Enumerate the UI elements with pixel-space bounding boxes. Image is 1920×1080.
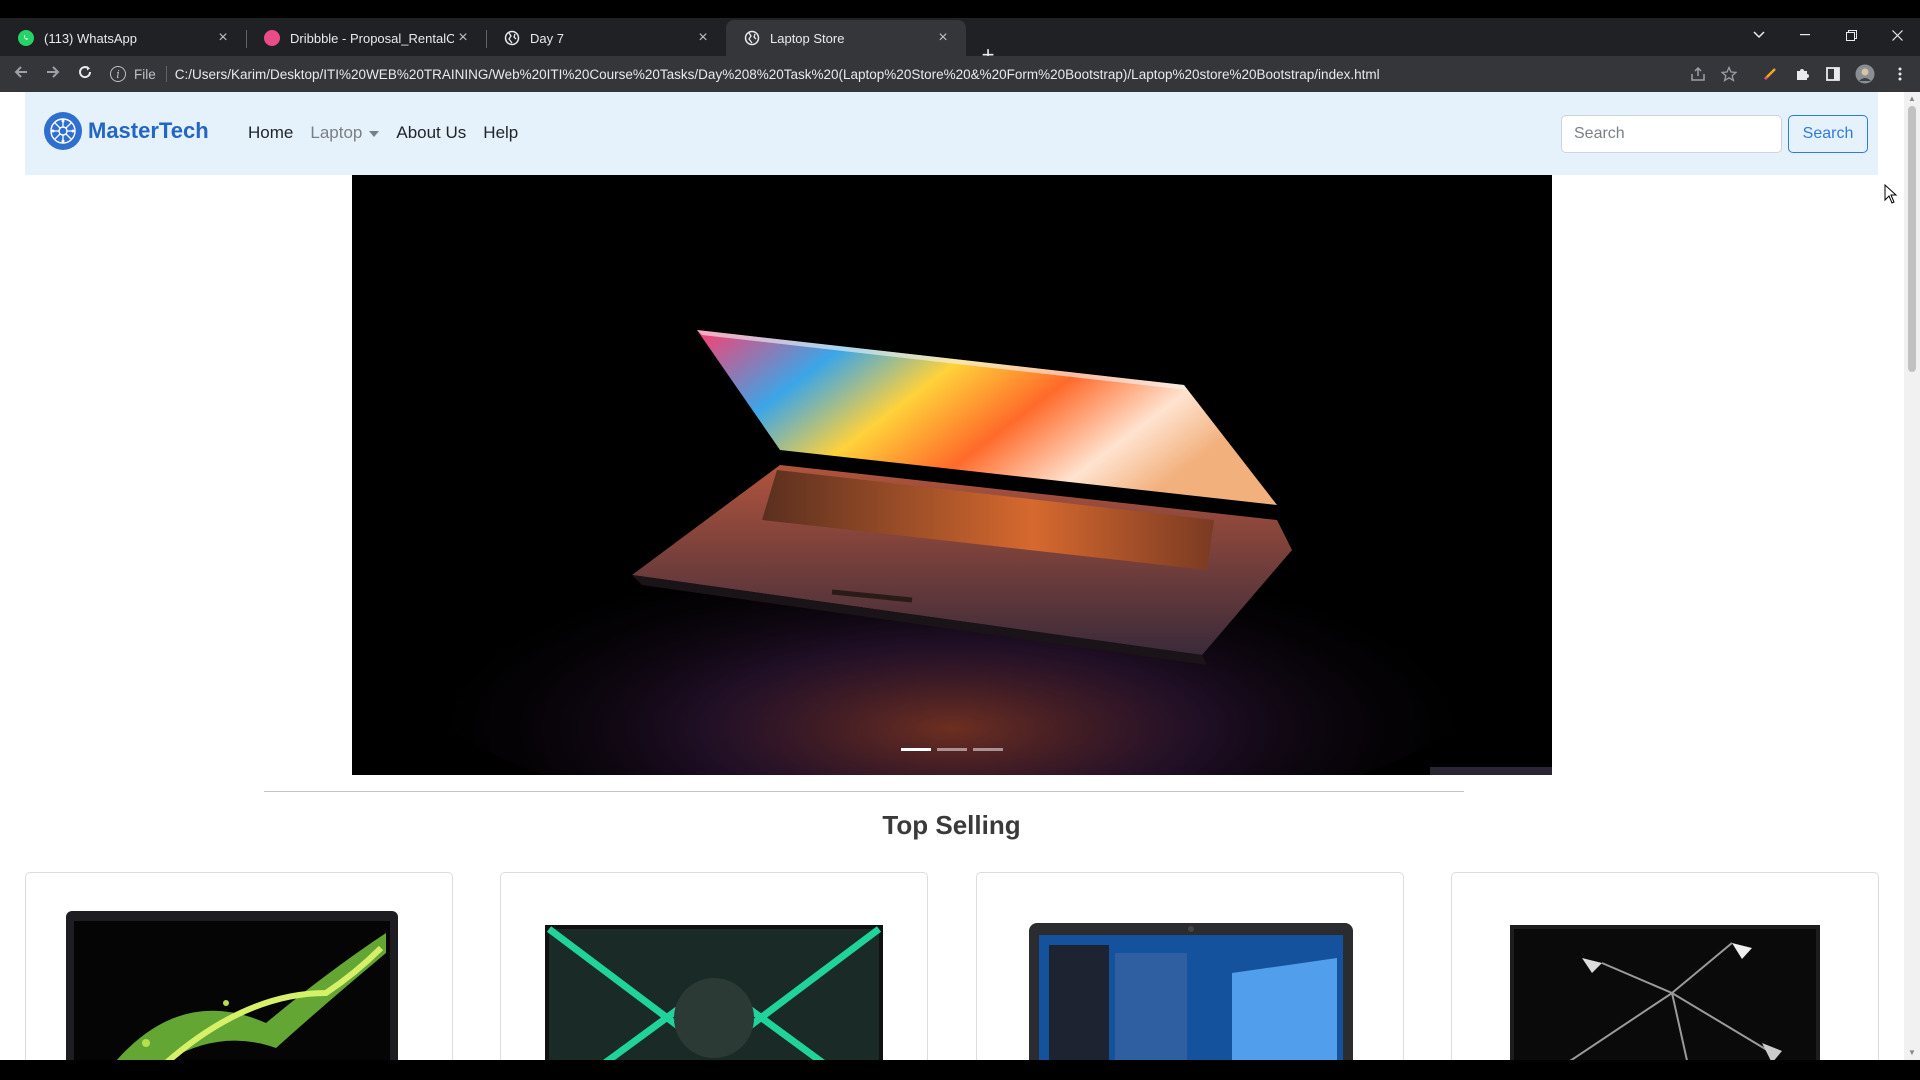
search-button[interactable]: Search <box>1788 115 1868 153</box>
product-card[interactable] <box>25 872 453 1060</box>
nav-link-laptop-label: Laptop <box>310 123 363 142</box>
window-close-icon[interactable] <box>1874 18 1920 52</box>
tab-title: Day 7 <box>530 30 564 46</box>
back-icon[interactable] <box>8 62 34 86</box>
tab-whatsapp[interactable]: (113) WhatsApp × <box>0 20 247 56</box>
close-icon[interactable]: × <box>214 30 232 46</box>
dribbble-icon <box>264 30 280 46</box>
scrollbar-thumb[interactable] <box>1908 106 1916 372</box>
site-navbar: MasterTech Home Laptop About Us Help Sea… <box>25 92 1878 175</box>
scroll-up-icon[interactable]: ▲ <box>1908 95 1916 103</box>
hero-carousel[interactable] <box>352 175 1552 775</box>
product-image <box>545 925 883 1060</box>
tab-search-icon[interactable] <box>1736 18 1782 52</box>
carousel-indicator-2[interactable] <box>937 748 967 751</box>
browser-toolbar: i File C:/Users/Karim/Desktop/ITI%20WEB%… <box>0 56 1920 92</box>
restore-icon[interactable] <box>1828 18 1874 52</box>
product-image <box>66 911 398 1060</box>
reload-icon[interactable] <box>72 62 98 86</box>
page-viewport: MasterTech Home Laptop About Us Help Sea… <box>0 92 1920 1060</box>
bookmark-star-icon[interactable] <box>1719 64 1739 84</box>
share-icon[interactable] <box>1688 64 1708 84</box>
info-icon[interactable]: i <box>110 66 126 82</box>
close-icon[interactable]: × <box>454 30 472 46</box>
url-scheme: File <box>134 66 156 82</box>
scroll-down-icon[interactable]: ▼ <box>1908 1049 1916 1057</box>
tab-day7[interactable]: Day 7 × <box>486 20 726 56</box>
tab-title: Dribbble - Proposal_RentalCar.png <box>290 30 454 46</box>
screen-top-bar <box>0 0 1920 18</box>
nav-link-help[interactable]: Help <box>483 123 518 143</box>
more-menu-icon[interactable] <box>1890 64 1910 84</box>
extensions-puzzle-icon[interactable] <box>1792 64 1812 84</box>
side-panel-icon[interactable] <box>1823 64 1843 84</box>
carousel-indicator-1[interactable] <box>901 748 931 751</box>
profile-avatar-icon[interactable] <box>1855 64 1875 84</box>
forward-icon[interactable] <box>40 62 66 86</box>
tab-title: Laptop Store <box>770 30 845 46</box>
brand[interactable]: MasterTech <box>44 112 209 150</box>
screen-bottom-bar <box>0 1060 1920 1080</box>
product-image <box>1510 925 1820 1060</box>
caret-down-icon <box>369 130 380 137</box>
page-scrollbar[interactable]: ▲ ▼ <box>1904 92 1920 1060</box>
address-bar[interactable]: i File C:/Users/Karim/Desktop/ITI%20WEB%… <box>110 60 1690 88</box>
tab-laptop-store[interactable]: Laptop Store × <box>726 20 966 56</box>
product-card[interactable] <box>976 872 1404 1060</box>
carousel-indicators <box>352 748 1552 751</box>
minimize-icon[interactable] <box>1782 18 1828 52</box>
section-divider <box>264 791 1464 792</box>
product-card[interactable] <box>1451 872 1879 1060</box>
search-input[interactable] <box>1561 115 1782 153</box>
tab-title: (113) WhatsApp <box>44 30 137 46</box>
tab-dribbble[interactable]: Dribbble - Proposal_RentalCar.png × <box>246 20 487 56</box>
close-icon[interactable]: × <box>934 30 952 46</box>
nav-links: Home Laptop About Us Help <box>248 123 535 143</box>
product-card[interactable] <box>500 872 928 1060</box>
url-text[interactable]: C:/Users/Karim/Desktop/ITI%20WEB%20TRAIN… <box>175 67 1380 82</box>
product-image <box>1029 923 1353 1060</box>
nav-link-home[interactable]: Home <box>248 123 293 143</box>
carousel-indicator-3[interactable] <box>973 748 1003 751</box>
laptop-hero-image <box>352 175 1552 775</box>
globe-icon <box>744 30 760 46</box>
section-title: Top Selling <box>882 810 1021 840</box>
nav-link-laptop-dropdown[interactable]: Laptop <box>310 123 380 143</box>
brand-name: MasterTech <box>88 118 209 143</box>
globe-icon <box>504 30 520 46</box>
close-icon[interactable]: × <box>694 30 712 46</box>
tab-strip: (113) WhatsApp × Dribbble - Proposal_Ren… <box>0 18 1920 67</box>
pen-extension-icon[interactable] <box>1760 64 1780 84</box>
brand-logo-icon <box>44 112 82 150</box>
nav-link-about[interactable]: About Us <box>396 123 466 143</box>
mouse-cursor-icon <box>1884 184 1898 204</box>
whatsapp-icon <box>18 30 34 46</box>
